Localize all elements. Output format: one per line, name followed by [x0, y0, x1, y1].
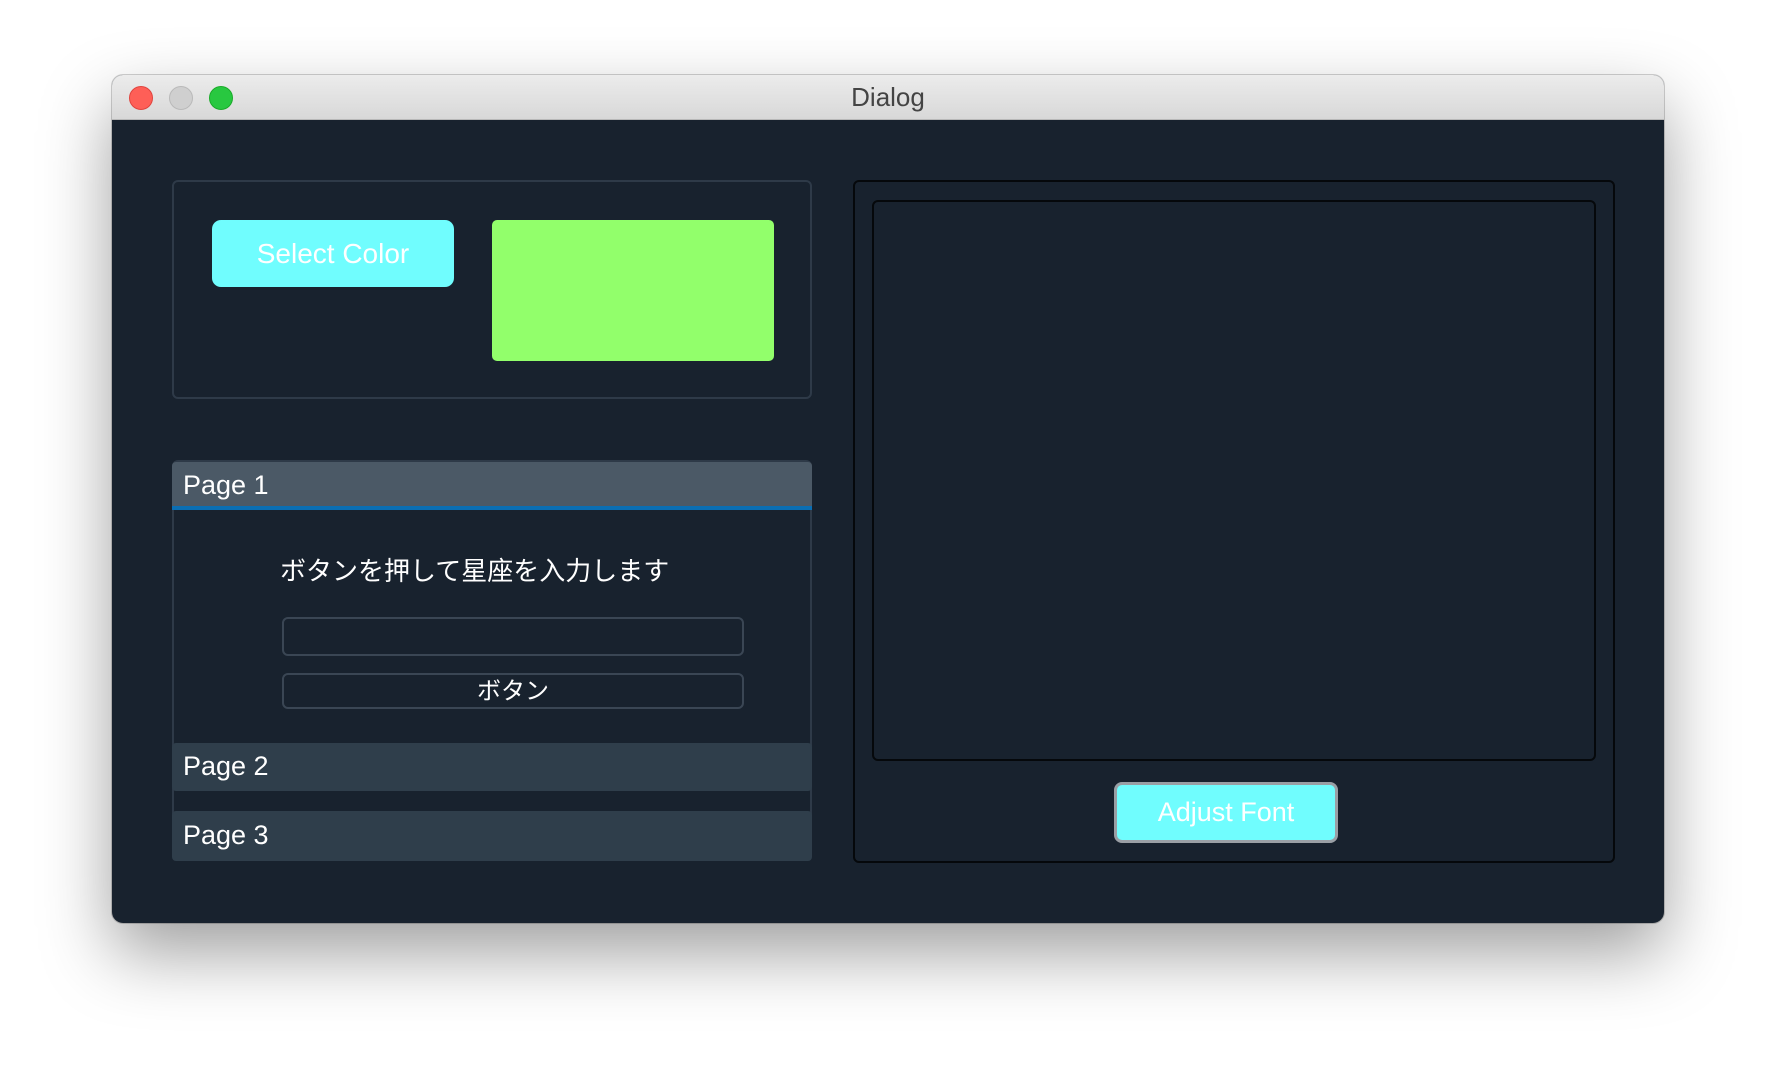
select-color-button[interactable]: Select Color	[212, 220, 454, 287]
window-title: Dialog	[851, 82, 925, 112]
color-preview-swatch	[492, 220, 774, 361]
toolbox-tab-page-1[interactable]: Page 1	[172, 462, 812, 510]
constellation-input[interactable]	[282, 617, 744, 656]
title-bar[interactable]: Dialog	[112, 75, 1664, 120]
dialog-window: Dialog Select Color Page 1 ボタンを押して星座を入力し…	[112, 75, 1664, 923]
toolbox-tab-page-2[interactable]: Page 2	[172, 743, 812, 791]
instruction-label: ボタンを押して星座を入力します	[280, 557, 670, 587]
adjust-font-button[interactable]: Adjust Font	[1114, 782, 1338, 843]
enter-constellation-button[interactable]: ボタン	[282, 673, 744, 709]
text-area[interactable]	[872, 200, 1596, 761]
toolbox	[172, 460, 812, 860]
toolbox-tab-page-3[interactable]: Page 3	[172, 811, 812, 861]
